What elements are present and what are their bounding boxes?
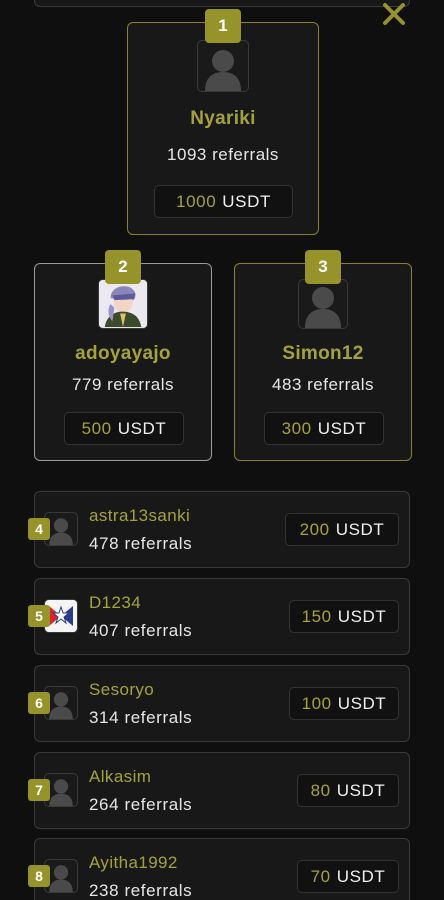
prize-currency: USDT <box>117 418 167 438</box>
podium-card-third: 3 Simon12 483 referrals 300 USDT <box>234 250 412 461</box>
prize-pill: 80 USDT <box>297 774 399 807</box>
row-referrals: 264 referrals <box>89 795 193 814</box>
prize-amount: 500 <box>81 418 112 438</box>
prize-amount: 70 <box>310 866 331 886</box>
prize-pill: 500 USDT <box>64 412 184 445</box>
default-user-icon <box>49 692 73 719</box>
prize-currency: USDT <box>222 191 271 211</box>
prize-pill: 200 USDT <box>285 513 399 546</box>
row-referrals: 314 referrals <box>89 708 193 727</box>
default-user-icon <box>305 287 341 328</box>
prize-amount: 1000 <box>176 191 217 211</box>
row-referrals: 238 referrals <box>89 881 193 900</box>
prize-pill: 100 USDT <box>289 687 399 720</box>
row-referrals: 407 referrals <box>89 621 193 640</box>
rank-badge: 4 <box>28 518 50 540</box>
rank-badge: 5 <box>28 605 50 627</box>
previous-card-edge <box>34 0 410 7</box>
podium-referrals: 779 referrals <box>72 375 174 394</box>
podium-referrals: 1093 referrals <box>167 145 279 164</box>
leaderboard-row: 8 Ayitha1992 238 referrals 70 USDT <box>28 838 410 900</box>
row-name: Sesoryo <box>89 680 155 699</box>
default-user-icon <box>49 779 73 806</box>
prize-pill: 300 USDT <box>264 412 384 445</box>
prize-currency: USDT <box>336 866 386 886</box>
rank-badge: 3 <box>305 250 341 284</box>
rank-badge: 7 <box>28 779 50 801</box>
close-icon <box>383 3 405 25</box>
prize-currency: USDT <box>335 519 385 539</box>
rank-badge: 1 <box>205 9 241 43</box>
rank-badge: 6 <box>28 692 50 714</box>
prize-amount: 80 <box>310 780 331 800</box>
row-name: D1234 <box>89 593 142 612</box>
default-user-icon <box>205 50 241 91</box>
rank-badge: 2 <box>105 250 141 284</box>
row-name: Ayitha1992 <box>89 853 178 872</box>
leaderboard-row: 4 astra13sanki 478 referrals 200 USDT <box>28 491 410 568</box>
podium-referrals: 483 referrals <box>272 375 374 394</box>
user-avatar <box>298 279 348 329</box>
row-referrals: 478 referrals <box>89 534 193 553</box>
leaderboard-row: 7 Alkasim 264 referrals 80 USDT <box>28 752 410 829</box>
podium-name: adoyayajo <box>75 343 171 364</box>
podium-name: Simon12 <box>282 343 364 364</box>
rank-badge: 8 <box>28 865 50 887</box>
prize-currency: USDT <box>336 780 386 800</box>
default-user-icon <box>49 865 73 892</box>
default-user-icon <box>49 518 73 545</box>
user-avatar-photo <box>98 279 148 329</box>
prize-currency: USDT <box>317 418 367 438</box>
row-name: astra13sanki <box>89 506 191 525</box>
prize-pill: 1000 USDT <box>154 185 293 218</box>
prize-pill: 70 USDT <box>297 860 399 893</box>
prize-amount: 200 <box>299 519 330 539</box>
podium-card-second: 2 adoyayajo 779 referrals 500 USDT <box>34 250 212 461</box>
prize-currency: USDT <box>337 693 387 713</box>
leaderboard-row: 6 Sesoryo 314 referrals 100 USDT <box>28 665 410 742</box>
prize-pill: 150 USDT <box>289 600 399 633</box>
user-avatar <box>197 40 249 92</box>
leaderboard-row: 5 D1234 407 referrals 150 USDT <box>28 578 410 655</box>
prize-amount: 100 <box>301 693 332 713</box>
podium-card-first: 1 Nyariki 1093 referrals 1000 USDT <box>127 9 319 235</box>
close-button[interactable] <box>379 0 409 28</box>
row-name: Alkasim <box>89 767 152 786</box>
podium-name: Nyariki <box>190 108 256 129</box>
prize-currency: USDT <box>337 606 387 626</box>
prize-amount: 300 <box>281 418 312 438</box>
prize-amount: 150 <box>301 606 332 626</box>
photo-avatar <box>99 280 147 327</box>
